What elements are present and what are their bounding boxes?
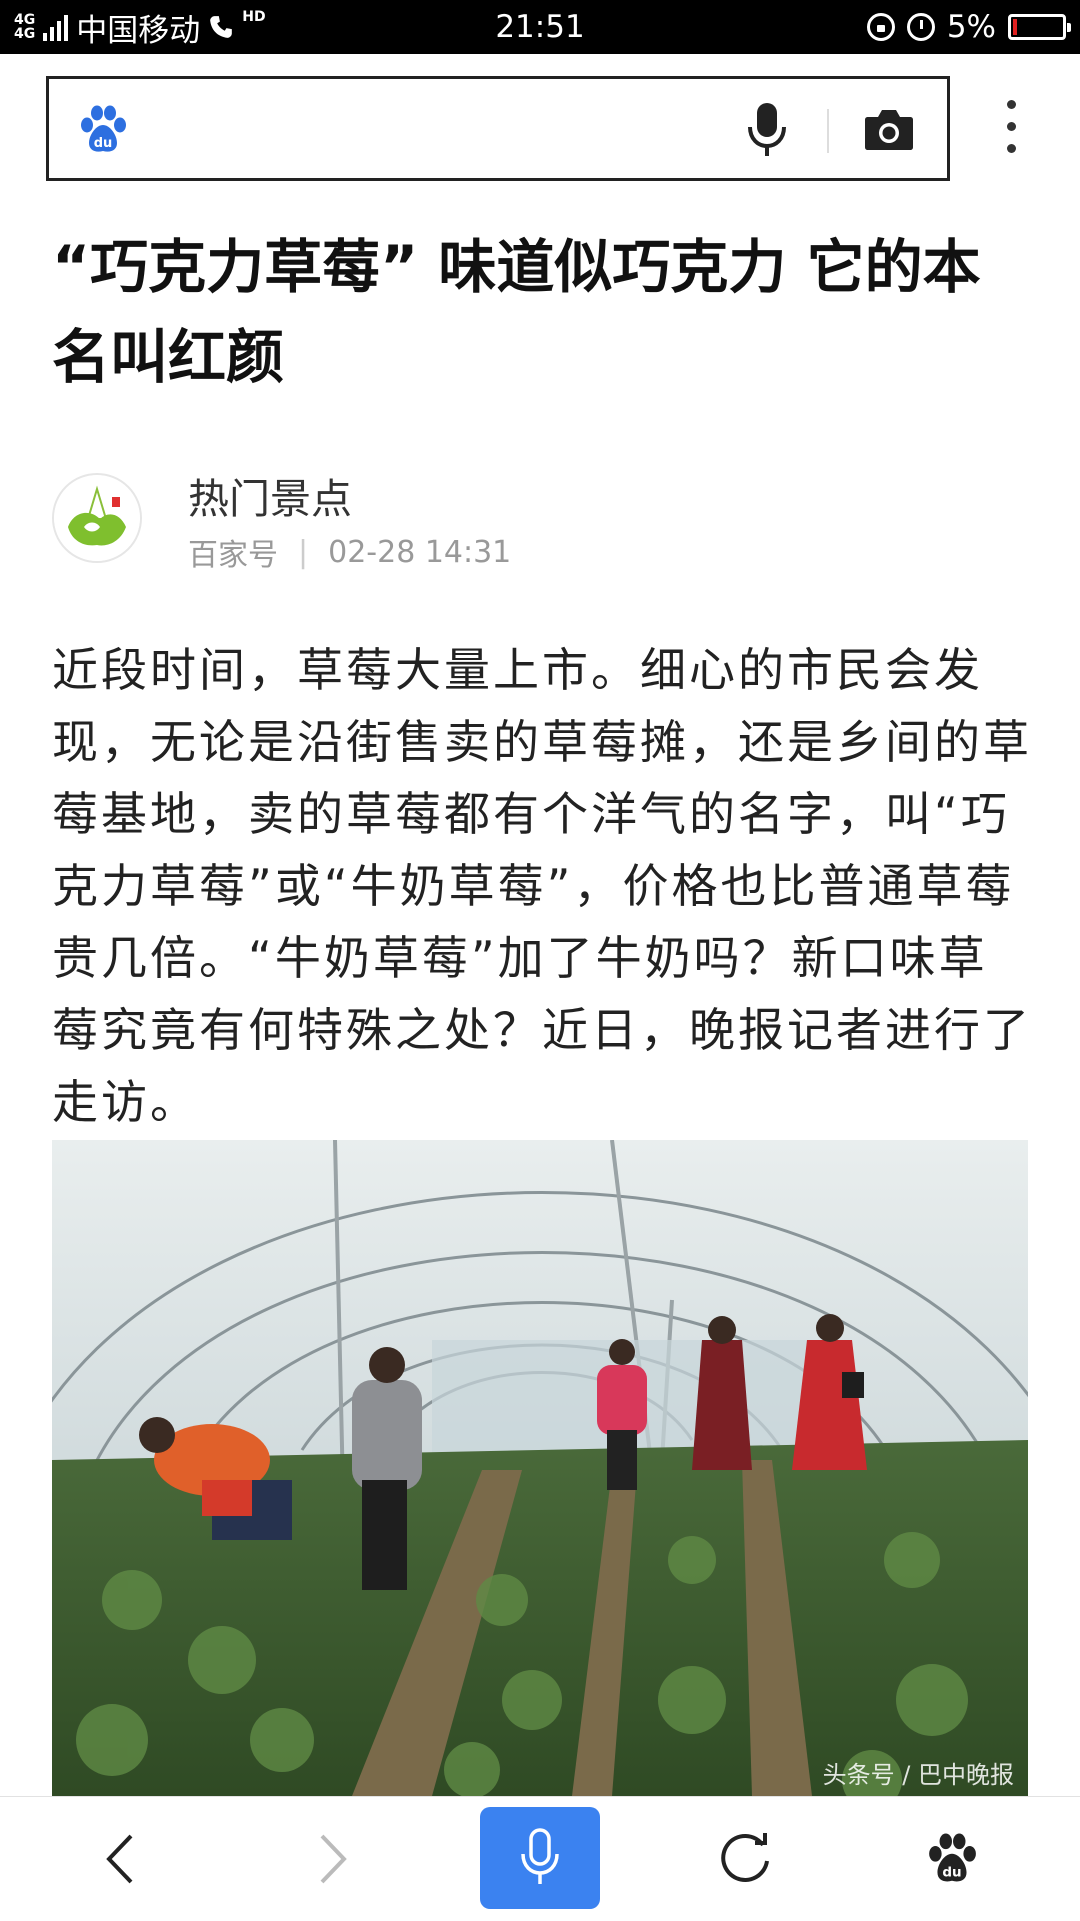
source-label: 百家号 — [188, 538, 278, 573]
lock-rotation-icon — [866, 13, 895, 41]
article-image[interactable]: 头条号 / 巴中晚报 — [52, 1140, 1028, 1796]
voice-search-icon — [521, 1828, 559, 1884]
author-name[interactable]: 热门景点 — [188, 465, 352, 525]
forward-icon — [320, 1834, 347, 1884]
alarm-icon — [906, 13, 935, 41]
status-bar: 4G 4G 中国移动 HD 21:51 5% — [0, 0, 1080, 54]
forward-button[interactable] — [293, 1797, 373, 1921]
author-meta: 百家号 | 02-28 14:31 — [188, 530, 511, 574]
baidu-paw-icon[interactable]: du — [77, 105, 129, 155]
greenhouse-photo — [52, 1140, 1028, 1796]
meta-separator: | — [298, 534, 309, 570]
back-button[interactable] — [80, 1797, 160, 1921]
more-vertical-icon[interactable] — [991, 100, 1031, 170]
battery-level — [1013, 19, 1017, 35]
status-right: 5% — [866, 0, 1071, 54]
author-logo-icon — [54, 475, 140, 561]
refresh-button[interactable] — [705, 1797, 785, 1921]
svg-text:du: du — [94, 136, 113, 151]
image-watermark: 头条号 / 巴中晚报 — [822, 1761, 1014, 1789]
microphone-icon[interactable] — [745, 101, 789, 159]
battery-icon — [1008, 14, 1071, 40]
avatar[interactable] — [52, 473, 142, 563]
publish-datetime: 02-28 14:31 — [328, 534, 512, 570]
article-title: “巧克力草莓” 味道似巧克力 它的本名叫红颜 — [52, 233, 981, 391]
voice-search-button[interactable] — [480, 1807, 600, 1909]
article-body: 近段时间，草莓大量上市。细心的市民会发现，无论是沿街售卖的草莓摊，还是乡间的草莓… — [52, 643, 1032, 1129]
back-icon — [106, 1834, 133, 1884]
refresh-icon — [721, 1833, 769, 1882]
bottom-nav: du — [0, 1796, 1080, 1921]
search-box[interactable]: du — [46, 76, 950, 181]
camera-icon[interactable] — [864, 105, 914, 153]
baidu-home-button[interactable]: du — [912, 1797, 992, 1921]
battery-percent: 5% — [946, 9, 996, 45]
svg-text:du: du — [942, 1865, 961, 1881]
search-divider — [827, 109, 829, 153]
baidu-home-icon: du — [929, 1833, 976, 1882]
